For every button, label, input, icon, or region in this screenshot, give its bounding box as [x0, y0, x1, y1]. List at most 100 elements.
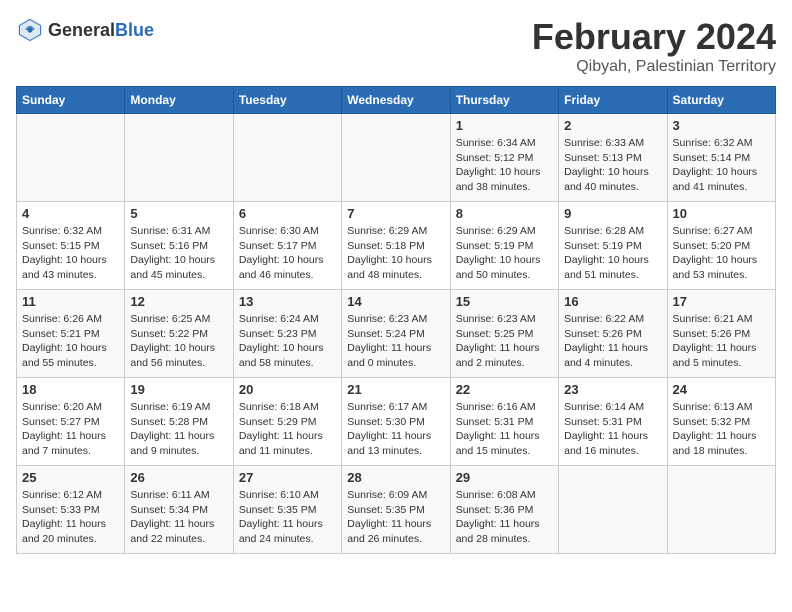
- calendar-cell: 24 Sunrise: 6:13 AM Sunset: 5:32 PM Dayli…: [667, 378, 775, 466]
- day-number: 12: [130, 294, 227, 309]
- calendar-cell: [17, 114, 125, 202]
- day-number: 24: [673, 382, 770, 397]
- calendar-cell: 10Sunrise: 6:27 AM Sunset: 5:20 PM Dayli…: [667, 202, 775, 290]
- calendar-cell: [125, 114, 233, 202]
- calendar-week-4: 18 Sunrise: 6:20 AM Sunset: 5:27 PM Dayli…: [17, 378, 776, 466]
- page-header: GeneralBlue February 2024 Qibyah, Palest…: [16, 16, 776, 76]
- cell-content: Sunrise: 6:28 AM Sunset: 5:19 PM Dayligh…: [564, 224, 661, 283]
- cell-content: Sunrise: 6:29 AM Sunset: 5:19 PM Dayligh…: [456, 224, 553, 283]
- day-number: 14: [347, 294, 444, 309]
- calendar-cell: 26 Sunrise: 6:11 AM Sunset: 5:34 PM Dayli…: [125, 466, 233, 554]
- location-title: Qibyah, Palestinian Territory: [532, 58, 776, 76]
- title-section: February 2024 Qibyah, Palestinian Territ…: [532, 16, 776, 76]
- cell-content: Sunrise: 6:08 AM Sunset: 5:36 PM Dayligh…: [456, 488, 553, 547]
- day-number: 16: [564, 294, 661, 309]
- logo: GeneralBlue: [16, 16, 154, 44]
- cell-content: Sunrise: 6:33 AM Sunset: 5:13 PM Dayligh…: [564, 136, 661, 195]
- cell-content: Sunrise: 6:13 AM Sunset: 5:32 PM Dayligh…: [673, 400, 770, 459]
- logo-general: General: [48, 20, 115, 40]
- calendar-cell: 16 Sunrise: 6:22 AM Sunset: 5:26 PM Dayli…: [559, 290, 667, 378]
- calendar-cell: 23Sunrise: 6:14 AM Sunset: 5:31 PM Dayli…: [559, 378, 667, 466]
- cell-content: Sunrise: 6:10 AM Sunset: 5:35 PM Dayligh…: [239, 488, 336, 547]
- calendar-cell: 17Sunrise: 6:21 AM Sunset: 5:26 PM Dayli…: [667, 290, 775, 378]
- day-number: 27: [239, 470, 336, 485]
- day-number: 18: [22, 382, 119, 397]
- day-number: 26: [130, 470, 227, 485]
- day-number: 10: [673, 206, 770, 221]
- calendar-cell: 3 Sunrise: 6:32 AM Sunset: 5:14 PM Daylig…: [667, 114, 775, 202]
- weekday-header-monday: Monday: [125, 87, 233, 114]
- cell-content: Sunrise: 6:25 AM Sunset: 5:22 PM Dayligh…: [130, 312, 227, 371]
- day-number: 11: [22, 294, 119, 309]
- calendar-cell: 28 Sunrise: 6:09 AM Sunset: 5:35 PM Dayli…: [342, 466, 450, 554]
- cell-content: Sunrise: 6:19 AM Sunset: 5:28 PM Dayligh…: [130, 400, 227, 459]
- day-number: 3: [673, 118, 770, 133]
- calendar-cell: [559, 466, 667, 554]
- calendar-cell: 13 Sunrise: 6:24 AM Sunset: 5:23 PM Dayli…: [233, 290, 341, 378]
- cell-content: Sunrise: 6:18 AM Sunset: 5:29 PM Dayligh…: [239, 400, 336, 459]
- calendar-cell: 11 Sunrise: 6:26 AM Sunset: 5:21 PM Dayli…: [17, 290, 125, 378]
- calendar-cell: 29Sunrise: 6:08 AM Sunset: 5:36 PM Dayli…: [450, 466, 558, 554]
- calendar-cell: 9 Sunrise: 6:28 AM Sunset: 5:19 PM Daylig…: [559, 202, 667, 290]
- calendar-cell: [342, 114, 450, 202]
- day-number: 7: [347, 206, 444, 221]
- calendar-week-5: 25Sunrise: 6:12 AM Sunset: 5:33 PM Dayli…: [17, 466, 776, 554]
- day-number: 28: [347, 470, 444, 485]
- calendar-cell: [667, 466, 775, 554]
- cell-content: Sunrise: 6:14 AM Sunset: 5:31 PM Dayligh…: [564, 400, 661, 459]
- weekday-header-row: SundayMondayTuesdayWednesdayThursdayFrid…: [17, 87, 776, 114]
- day-number: 13: [239, 294, 336, 309]
- cell-content: Sunrise: 6:29 AM Sunset: 5:18 PM Dayligh…: [347, 224, 444, 283]
- day-number: 9: [564, 206, 661, 221]
- calendar-cell: [233, 114, 341, 202]
- weekday-header-wednesday: Wednesday: [342, 87, 450, 114]
- cell-content: Sunrise: 6:30 AM Sunset: 5:17 PM Dayligh…: [239, 224, 336, 283]
- cell-content: Sunrise: 6:17 AM Sunset: 5:30 PM Dayligh…: [347, 400, 444, 459]
- day-number: 1: [456, 118, 553, 133]
- day-number: 20: [239, 382, 336, 397]
- calendar-cell: 15 Sunrise: 6:23 AM Sunset: 5:25 PM Dayli…: [450, 290, 558, 378]
- calendar-week-3: 11 Sunrise: 6:26 AM Sunset: 5:21 PM Dayli…: [17, 290, 776, 378]
- calendar-cell: 27 Sunrise: 6:10 AM Sunset: 5:35 PM Dayli…: [233, 466, 341, 554]
- cell-content: Sunrise: 6:20 AM Sunset: 5:27 PM Dayligh…: [22, 400, 119, 459]
- day-number: 5: [130, 206, 227, 221]
- calendar-cell: 5 Sunrise: 6:31 AM Sunset: 5:16 PM Daylig…: [125, 202, 233, 290]
- cell-content: Sunrise: 6:11 AM Sunset: 5:34 PM Dayligh…: [130, 488, 227, 547]
- cell-content: Sunrise: 6:32 AM Sunset: 5:14 PM Dayligh…: [673, 136, 770, 195]
- logo-icon: [16, 16, 44, 44]
- calendar-cell: 12 Sunrise: 6:25 AM Sunset: 5:22 PM Dayli…: [125, 290, 233, 378]
- day-number: 4: [22, 206, 119, 221]
- cell-content: Sunrise: 6:23 AM Sunset: 5:25 PM Dayligh…: [456, 312, 553, 371]
- calendar-cell: 4 Sunrise: 6:32 AM Sunset: 5:15 PM Daylig…: [17, 202, 125, 290]
- day-number: 21: [347, 382, 444, 397]
- cell-content: Sunrise: 6:09 AM Sunset: 5:35 PM Dayligh…: [347, 488, 444, 547]
- cell-content: Sunrise: 6:23 AM Sunset: 5:24 PM Dayligh…: [347, 312, 444, 371]
- weekday-header-sunday: Sunday: [17, 87, 125, 114]
- cell-content: Sunrise: 6:26 AM Sunset: 5:21 PM Dayligh…: [22, 312, 119, 371]
- cell-content: Sunrise: 6:16 AM Sunset: 5:31 PM Dayligh…: [456, 400, 553, 459]
- cell-content: Sunrise: 6:22 AM Sunset: 5:26 PM Dayligh…: [564, 312, 661, 371]
- weekday-header-saturday: Saturday: [667, 87, 775, 114]
- day-number: 2: [564, 118, 661, 133]
- day-number: 17: [673, 294, 770, 309]
- calendar-cell: 6Sunrise: 6:30 AM Sunset: 5:17 PM Daylig…: [233, 202, 341, 290]
- logo-text: GeneralBlue: [48, 20, 154, 41]
- calendar-cell: 1 Sunrise: 6:34 AM Sunset: 5:12 PM Daylig…: [450, 114, 558, 202]
- calendar-cell: 22Sunrise: 6:16 AM Sunset: 5:31 PM Dayli…: [450, 378, 558, 466]
- cell-content: Sunrise: 6:24 AM Sunset: 5:23 PM Dayligh…: [239, 312, 336, 371]
- day-number: 15: [456, 294, 553, 309]
- cell-content: Sunrise: 6:32 AM Sunset: 5:15 PM Dayligh…: [22, 224, 119, 283]
- calendar-cell: 8 Sunrise: 6:29 AM Sunset: 5:19 PM Daylig…: [450, 202, 558, 290]
- calendar-table: SundayMondayTuesdayWednesdayThursdayFrid…: [16, 86, 776, 554]
- weekday-header-tuesday: Tuesday: [233, 87, 341, 114]
- cell-content: Sunrise: 6:31 AM Sunset: 5:16 PM Dayligh…: [130, 224, 227, 283]
- calendar-cell: 7 Sunrise: 6:29 AM Sunset: 5:18 PM Daylig…: [342, 202, 450, 290]
- calendar-cell: 21 Sunrise: 6:17 AM Sunset: 5:30 PM Dayli…: [342, 378, 450, 466]
- cell-content: Sunrise: 6:34 AM Sunset: 5:12 PM Dayligh…: [456, 136, 553, 195]
- calendar-cell: 2 Sunrise: 6:33 AM Sunset: 5:13 PM Daylig…: [559, 114, 667, 202]
- weekday-header-thursday: Thursday: [450, 87, 558, 114]
- logo-blue: Blue: [115, 20, 154, 40]
- day-number: 8: [456, 206, 553, 221]
- calendar-body: 1 Sunrise: 6:34 AM Sunset: 5:12 PM Daylig…: [17, 114, 776, 554]
- day-number: 25: [22, 470, 119, 485]
